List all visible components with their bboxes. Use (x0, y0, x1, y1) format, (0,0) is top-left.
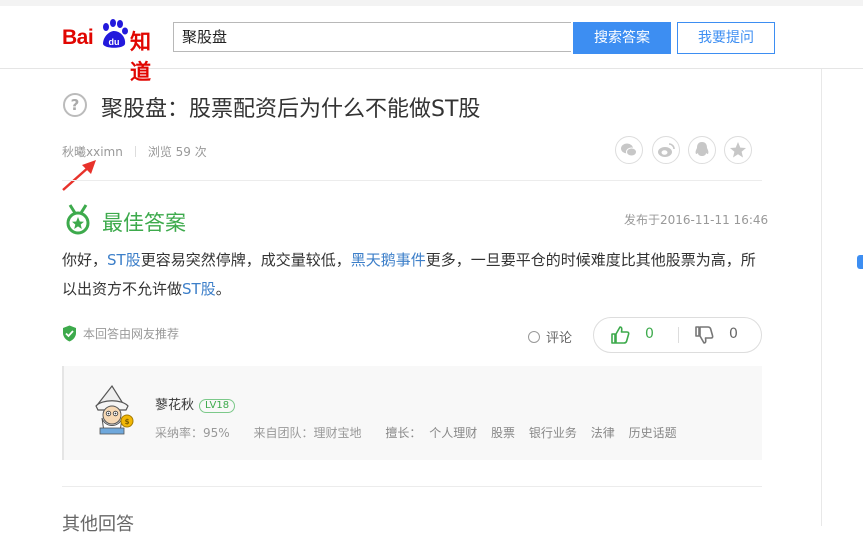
ask-question-button[interactable]: 我要提问 (677, 22, 775, 54)
qq-icon (695, 142, 709, 156)
downvote-count: 0 (729, 326, 738, 342)
avatar[interactable]: $ (92, 384, 138, 436)
level-badge: LV18 (199, 399, 236, 413)
view-count: 浏览 59 次 (147, 145, 207, 159)
answerer-stats: 采纳率：95% 来自团队：理财宝地 擅长： 个人理财 股票 银行业务 法律 历史… (155, 424, 687, 441)
comment-icon (528, 331, 540, 343)
answerer-card: $ 蓼花秋 LV18 采纳率：95% 来自团队：理财宝地 擅长： 个人理财 股票 … (62, 366, 762, 460)
expertise-tag[interactable]: 历史话题 (629, 426, 677, 440)
weibo-share-button[interactable] (652, 136, 680, 164)
team-link[interactable]: 来自团队：理财宝地 (254, 426, 362, 440)
upvote-count: 0 (645, 326, 654, 342)
answer-text-part: 你好， (62, 251, 108, 269)
st-stock-link[interactable]: ST股 (107, 251, 141, 269)
sidebar-divider (821, 69, 822, 526)
logo-zhidao-text: 知道 (130, 31, 151, 84)
answer-text-part: 更容易突然停牌，成交量较低， (140, 251, 351, 269)
vote-box: 0 0 (593, 317, 762, 353)
vote-separator (678, 327, 679, 343)
publish-time: 发布于2016-11-11 16:46 (624, 213, 769, 227)
thumbs-up-icon[interactable] (610, 325, 630, 345)
answerer-name[interactable]: 蓼花秋 (155, 398, 194, 413)
shield-check-icon (63, 325, 76, 342)
expertise-tag[interactable]: 法律 (591, 426, 615, 440)
wechat-share-button[interactable] (615, 136, 643, 164)
baidu-paw-icon: du (103, 19, 128, 48)
svg-text:du: du (109, 37, 120, 47)
thumbs-down-icon[interactable] (694, 325, 714, 345)
expertise-tag[interactable]: 股票 (491, 426, 515, 440)
section-divider (62, 486, 762, 487)
meta-separator (134, 146, 136, 157)
adopt-rate: 采纳率：95% (155, 426, 230, 440)
best-answer-medal-icon (66, 204, 90, 235)
search-button[interactable]: 搜索答案 (573, 22, 671, 54)
comment-button[interactable]: 评论 (528, 327, 572, 346)
expertise-label: 擅长： (385, 426, 422, 440)
qq-share-button[interactable] (688, 136, 716, 164)
best-answer-text: 你好，ST股更容易突然停牌，成交量较低，黑天鹅事件更多，一旦要平仓的时候难度比其… (62, 246, 762, 304)
question-mark-icon: ? (63, 93, 87, 117)
answer-text-part: 。 (215, 280, 231, 298)
site-header: Bai du 知道 聚股盘 搜索答案 我要提问 (0, 6, 863, 84)
search-input[interactable]: 聚股盘 (173, 22, 571, 52)
answerer-name-row: 蓼花秋 LV18 (155, 394, 236, 413)
st-stock-link[interactable]: ST股 (182, 280, 216, 298)
question-title: 聚股盘：股票配资后为什么不能做ST股 (101, 97, 481, 122)
side-float-tab[interactable] (857, 255, 863, 269)
qzone-star-icon (730, 142, 746, 158)
comment-label: 评论 (546, 331, 573, 346)
other-answers-heading: 其他回答 (62, 514, 134, 535)
red-arrow-annotation (62, 160, 96, 191)
qzone-share-button[interactable] (724, 136, 752, 164)
logo-bai-text: Bai (62, 26, 94, 49)
black-swan-link[interactable]: 黑天鹅事件 (351, 251, 426, 269)
best-answer-heading: 最佳答案 (102, 211, 186, 235)
wechat-icon (621, 143, 637, 157)
section-divider (62, 180, 762, 181)
weibo-icon (658, 143, 675, 157)
recommend-text: 本回答由网友推荐 (83, 327, 180, 341)
recommend-note: 本回答由网友推荐 (62, 325, 179, 342)
expertise-tag[interactable]: 个人理财 (429, 426, 477, 440)
svg-text:$: $ (125, 418, 130, 426)
expertise-tag[interactable]: 银行业务 (529, 426, 577, 440)
